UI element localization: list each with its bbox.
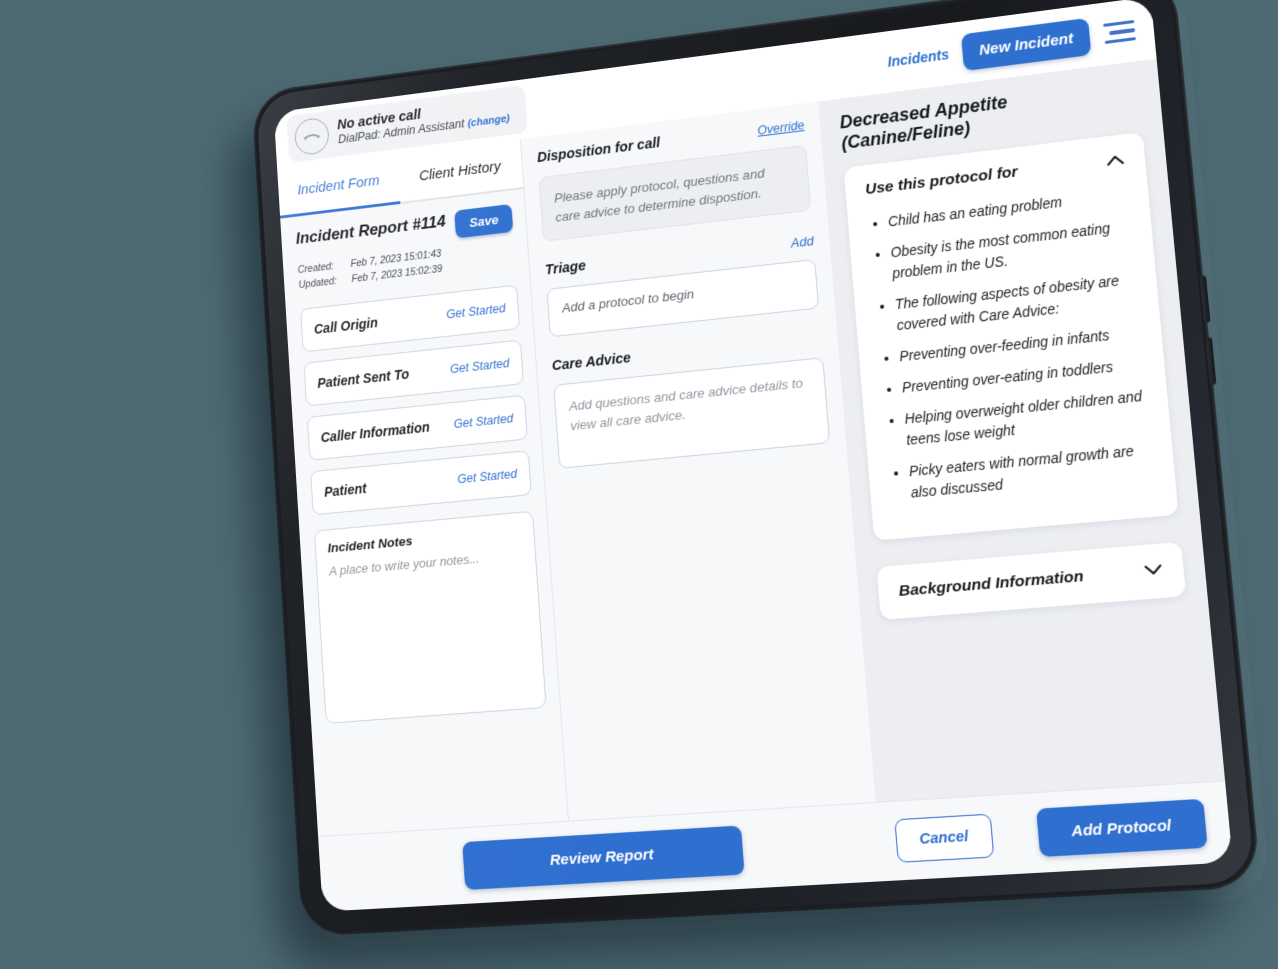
page-title: Incident Report #114 (295, 211, 447, 248)
phone-hangup-icon (293, 116, 330, 157)
use-this-protocol-for-card: Use this protocol for Child has an eatin… (843, 131, 1179, 541)
background-header[interactable]: Background Information (898, 561, 1163, 601)
care-advice-section: Care Advice Add questions and care advic… (551, 330, 831, 469)
list-item: Child has an eating problem (887, 185, 1128, 233)
use-for-header[interactable]: Use this protocol for (865, 151, 1125, 199)
disposition-title: Disposition for call (536, 135, 661, 166)
volume-down-button[interactable] (1205, 336, 1217, 386)
power-button[interactable] (954, 0, 1018, 2)
form-row-patient[interactable]: Patient Get Started (310, 449, 532, 515)
chevron-up-icon[interactable] (1106, 152, 1125, 169)
get-started-link[interactable]: Get Started (457, 466, 517, 485)
add-protocol-button[interactable]: Add Protocol (1035, 798, 1208, 858)
get-started-link[interactable]: Get Started (450, 356, 510, 376)
incidents-link[interactable]: Incidents (887, 46, 950, 70)
list-item: Helping overweight older children and te… (904, 386, 1149, 452)
volume-up-button[interactable] (1199, 275, 1211, 324)
form-row-label: Caller Information (320, 418, 431, 445)
protocol-column: Decreased Appetite (Canine/Feline) Use t… (818, 58, 1226, 803)
protocol-content: Decreased Appetite (Canine/Feline) Use t… (818, 59, 1207, 621)
disposition-column: Disposition for call Override Please app… (519, 101, 876, 822)
triage-section: Triage Add Add a protocol to begin (544, 232, 820, 338)
chevron-down-icon[interactable] (1144, 562, 1163, 579)
form-row-label: Call Origin (313, 314, 379, 337)
tablet-bezel: No active call DialPad: Admin Assistant … (273, 0, 1233, 912)
top-bar-actions: Incidents New Incident (886, 11, 1137, 80)
use-for-title: Use this protocol for (864, 163, 1019, 199)
list-item: Preventing over-feeding in infants (899, 322, 1142, 368)
form-section-list: Call Origin Get Started Patient Sent To … (300, 284, 532, 515)
save-button[interactable]: Save (454, 203, 514, 239)
review-report-button[interactable]: Review Report (462, 825, 745, 890)
change-call-link[interactable]: (change) (467, 113, 510, 130)
use-for-bullet-list: Child has an eating problem Obesity is t… (867, 185, 1154, 506)
add-triage-link[interactable]: Add (790, 233, 814, 250)
form-row-label: Patient Sent To (316, 365, 410, 391)
triage-title: Triage (544, 258, 587, 279)
app-screen: No active call DialPad: Admin Assistant … (273, 0, 1233, 912)
hamburger-menu-icon[interactable] (1103, 20, 1137, 44)
incident-notes-card[interactable]: Incident Notes A place to write your not… (313, 510, 547, 724)
footer-right-group: Cancel Add Protocol (875, 797, 1232, 866)
list-item: Preventing over-eating in toddlers (901, 354, 1144, 399)
tablet-device: No active call DialPad: Admin Assistant … (253, 0, 1260, 935)
background-title: Background Information (898, 567, 1085, 600)
new-incident-button[interactable]: New Incident (961, 17, 1092, 71)
care-advice-title: Care Advice (551, 350, 632, 375)
override-link[interactable]: Override (757, 118, 805, 137)
form-row-label: Patient (323, 479, 367, 500)
form-row-caller-information[interactable]: Caller Information Get Started (306, 394, 528, 461)
form-row-patient-sent-to[interactable]: Patient Sent To Get Started (303, 339, 524, 407)
form-row-call-origin[interactable]: Call Origin Get Started (300, 284, 521, 352)
get-started-link[interactable]: Get Started (453, 411, 513, 430)
scene: No active call DialPad: Admin Assistant … (0, 0, 1278, 969)
care-advice-header: Care Advice (551, 330, 822, 375)
care-advice-input[interactable]: Add questions and care advice details to… (553, 357, 831, 469)
disposition-content: Disposition for call Override Please app… (521, 102, 846, 471)
list-item: Obesity is the most common eating proble… (890, 216, 1134, 285)
incident-form-column: Incident Form Client History Incident Re… (277, 139, 569, 838)
cancel-button[interactable]: Cancel (894, 813, 994, 863)
main-body: Incident Form Client History Incident Re… (277, 58, 1226, 838)
list-item: The following aspects of obesity are cov… (894, 269, 1138, 337)
background-information-card[interactable]: Background Information (876, 541, 1187, 620)
list-item: Picky eaters with normal growth are also… (908, 440, 1154, 505)
get-started-link[interactable]: Get Started (446, 301, 506, 321)
incident-form-content: Incident Report #114 Save Created: Feb 7… (280, 189, 560, 724)
protocol-title: Decreased Appetite (Canine/Feline) (838, 91, 1009, 154)
